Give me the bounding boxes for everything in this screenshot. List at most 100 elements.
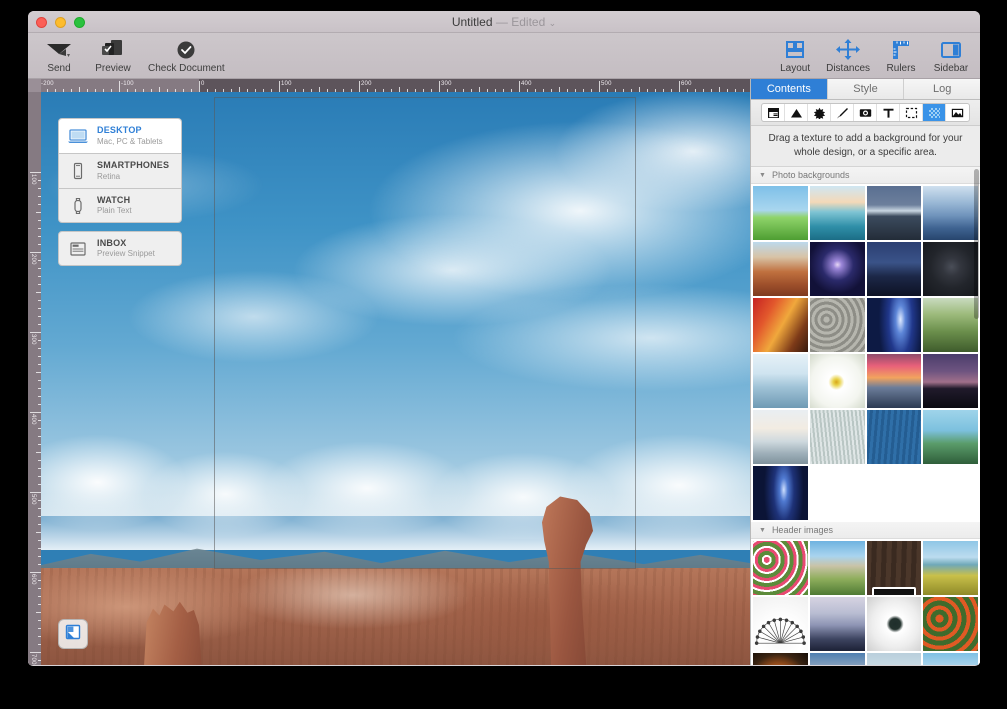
thumbnail-lighthouse-shoreline[interactable] xyxy=(810,597,865,651)
thumbnail-image xyxy=(923,242,978,296)
thumbnail-pale-winter-shore[interactable] xyxy=(753,410,808,464)
thumbnail-golden-gate-fog[interactable] xyxy=(753,354,808,408)
container-icon[interactable] xyxy=(762,104,785,121)
rulers-button[interactable]: Rulers xyxy=(882,35,920,74)
thumbnail-dark-vinyl-circles[interactable] xyxy=(923,242,978,296)
window-title: Untitled — Edited ⌄ xyxy=(28,15,980,29)
thumbnail-dark-dusk-silhouette[interactable] xyxy=(923,354,978,408)
vertical-ruler[interactable]: 100200300400500600700 xyxy=(28,92,41,665)
thumbnail-image xyxy=(923,410,978,464)
header-images-grid[interactable] xyxy=(751,539,980,665)
canvas-area[interactable]: -200-1000100200300400500600700 100200300… xyxy=(28,79,750,665)
device-item-desktop[interactable]: DESKTOP Mac, PC & Tablets xyxy=(58,118,182,153)
thumbnail-image xyxy=(923,186,978,240)
thumbnail-white-coffee-cup[interactable] xyxy=(867,597,922,651)
inspector-panel: Contents Style Log xyxy=(750,79,980,665)
thumbnail-red-rock-hoodoos[interactable] xyxy=(753,242,808,296)
thumbnail-boardwalk-perspective[interactable] xyxy=(923,653,978,665)
thumbnail-deep-blue-ocean[interactable] xyxy=(867,410,922,464)
thumbnail-wooden-pier-sea[interactable] xyxy=(867,653,922,665)
ruler-tick-major xyxy=(519,81,520,92)
haze-layer xyxy=(41,493,750,550)
thumbnail-blue-layered-mountains[interactable] xyxy=(923,186,978,240)
selection-dashed-icon[interactable] xyxy=(900,104,923,121)
thumbnail-milky-way-blue[interactable] xyxy=(867,298,922,352)
ruler-corner xyxy=(28,79,41,92)
design-canvas[interactable]: DESKTOP Mac, PC & Tablets xyxy=(41,92,750,665)
ferris-wheel-art xyxy=(753,597,808,651)
thumbnail-image xyxy=(923,597,978,651)
device-item-watch[interactable]: WATCH Plain Text xyxy=(58,188,182,223)
photo-backgrounds-grid[interactable] xyxy=(751,184,980,522)
layout-button[interactable]: Layout xyxy=(776,35,814,74)
ruler-label: -200 xyxy=(41,81,54,87)
thumbnail-green-hill-blue-sky[interactable] xyxy=(753,186,808,240)
thumbnail-image xyxy=(810,541,865,595)
disclosure-triangle-icon[interactable]: ▼ xyxy=(759,172,766,179)
send-button[interactable]: Send xyxy=(40,35,78,74)
tab-style[interactable]: Style xyxy=(828,79,905,99)
horizontal-ruler[interactable]: -200-1000100200300400500600700 xyxy=(28,79,750,92)
ruler-tick-major xyxy=(279,81,280,92)
thumbnail-frosted-grass[interactable] xyxy=(810,410,865,464)
starburst-icon[interactable] xyxy=(808,104,831,121)
phone-icon xyxy=(67,162,89,180)
thumbnail-image xyxy=(753,242,808,296)
device-subtitle: Preview Snippet xyxy=(97,249,155,259)
texture-checker-icon[interactable] xyxy=(923,104,946,121)
disclosure-triangle-icon[interactable]: ▼ xyxy=(759,527,766,534)
content-type-segmented-control[interactable] xyxy=(761,103,970,122)
thumbnail-dark-wood-planks[interactable] xyxy=(867,541,922,595)
distances-button[interactable]: Distances xyxy=(826,35,870,74)
inspector-tabs[interactable]: Contents Style Log xyxy=(751,79,980,100)
preview-label: Preview xyxy=(95,63,131,74)
thumbnail-sunset-over-sea[interactable] xyxy=(810,653,865,665)
thumbnail-galaxy-deep-blue[interactable] xyxy=(753,466,808,520)
thumbnail-ferris-wheel-white[interactable] xyxy=(753,597,808,651)
thumbnail-image xyxy=(810,653,865,665)
thumbnail-fireworks-night[interactable] xyxy=(810,242,865,296)
device-item-smartphones[interactable]: SMARTPHONES Retina xyxy=(58,153,182,188)
text-icon[interactable] xyxy=(877,104,900,121)
layout-grid-icon xyxy=(783,35,807,61)
thumbnail-image xyxy=(810,354,865,408)
section-header-photo-backgrounds[interactable]: ▼ Photo backgrounds xyxy=(751,167,980,184)
add-page-button[interactable] xyxy=(58,619,88,649)
inbox-icon xyxy=(67,240,89,258)
thumbnail-image xyxy=(753,186,808,240)
shape-triangle-icon[interactable] xyxy=(785,104,808,121)
thumbnail-white-daisy-macro[interactable] xyxy=(810,354,865,408)
device-item-inbox[interactable]: INBOX Preview Snippet xyxy=(58,231,182,266)
thumbnail-white-daisies-field[interactable] xyxy=(923,298,978,352)
thumbnail-pink-sunset-sea[interactable] xyxy=(867,354,922,408)
check-document-button[interactable]: Check Document xyxy=(148,35,225,74)
sidebar-button[interactable]: Sidebar xyxy=(932,35,970,74)
thumbnail-red-phone-box-lights[interactable] xyxy=(753,298,808,352)
thumbnail-yellow-field-sea[interactable] xyxy=(923,541,978,595)
preview-button[interactable]: Preview xyxy=(94,35,132,74)
thumbnail-starry-night-lake[interactable] xyxy=(867,242,922,296)
brush-pen-icon[interactable] xyxy=(831,104,854,121)
thumbnail-palm-trees-sky[interactable] xyxy=(923,410,978,464)
section-header-header-images[interactable]: ▼ Header images xyxy=(751,522,980,539)
chevron-down-icon[interactable]: ⌄ xyxy=(549,18,557,28)
photo-camera-icon[interactable] xyxy=(854,104,877,121)
image-icon[interactable] xyxy=(946,104,969,121)
thumbnail-dark-sea-horizon[interactable] xyxy=(867,186,922,240)
device-title: WATCH xyxy=(97,195,132,206)
device-text: INBOX Preview Snippet xyxy=(97,238,155,259)
thumbnail-orange-tulips[interactable] xyxy=(923,597,978,651)
vertical-scrollbar[interactable] xyxy=(974,169,979,319)
section-title: Header images xyxy=(772,525,833,535)
tab-log[interactable]: Log xyxy=(904,79,980,99)
thumbnail-image xyxy=(753,410,808,464)
thumbnail-image xyxy=(753,653,808,665)
thumbnail-country-road-trees[interactable] xyxy=(810,541,865,595)
thumbnail-pastel-ocean-horizon[interactable] xyxy=(810,186,865,240)
thumbnail-heart-hands-sunset[interactable] xyxy=(753,653,808,665)
ruler-label: 500 xyxy=(601,81,612,87)
thumbnail-pebble-beach-stones[interactable] xyxy=(810,298,865,352)
inspector-scroll-area[interactable]: ▼ Photo backgrounds ▼ Header images xyxy=(751,167,980,665)
tab-contents[interactable]: Contents xyxy=(751,79,828,99)
thumbnail-pink-daisy-meadow[interactable] xyxy=(753,541,808,595)
